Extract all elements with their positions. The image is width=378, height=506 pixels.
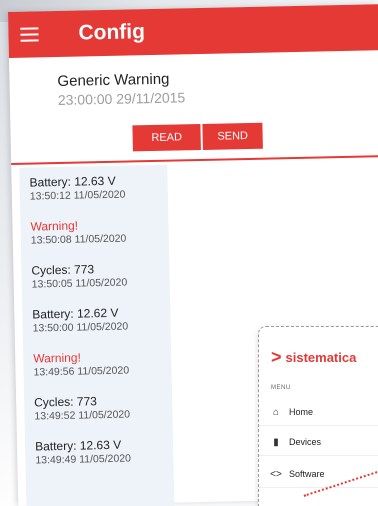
code-icon: <> [270, 468, 282, 480]
screenshot: Config Generic Warning 23:00:00 29/11/20… [0, 0, 378, 506]
menu-label: MENU [271, 385, 291, 391]
log-item[interactable]: Battery: 12.63 V 13:49:49 11/05/2020 [35, 438, 131, 467]
home-icon: ⌂ [272, 406, 280, 418]
chevron-right-icon: > [271, 347, 282, 367]
log-item[interactable]: Battery: 12.62 V 13:50:00 11/05/2020 [32, 306, 128, 335]
read-button[interactable]: READ [132, 123, 201, 152]
nav-item-label: Devices [289, 437, 322, 447]
event-log: Battery: 12.63 V 13:50:12 11/05/2020 War… [19, 164, 175, 506]
log-item-time: 13:50:05 11/05/2020 [31, 276, 128, 291]
log-item-time: 13:50:00 11/05/2020 [32, 320, 129, 335]
log-item[interactable]: Battery: 12.63 V 13:50:12 11/05/2020 [29, 174, 125, 203]
hamburger-menu-icon[interactable] [20, 11, 49, 58]
log-item-title: Cycles: 773 [31, 262, 95, 278]
log-item-time: 13:50:12 11/05/2020 [29, 188, 126, 203]
warning-summary: Generic Warning 23:00:00 29/11/2015 [57, 70, 185, 108]
log-item-title: Battery: 12.62 V [32, 305, 119, 322]
log-item-title: Warning! [33, 350, 81, 366]
device-icon: ▮ [273, 436, 279, 448]
log-item-time: 13:49:52 11/05/2020 [34, 408, 131, 423]
action-buttons: READ SEND [132, 122, 263, 152]
log-item-time: 13:49:56 11/05/2020 [33, 364, 130, 379]
log-item-title: Cycles: 773 [34, 394, 98, 410]
log-item[interactable]: Cycles: 773 13:49:52 11/05/2020 [34, 394, 131, 423]
log-item-title: Battery: 12.63 V [29, 173, 116, 190]
brand-name: sistematica [285, 350, 357, 365]
log-item-title: Warning! [30, 218, 79, 234]
log-item[interactable]: Cycles: 773 13:50:05 11/05/2020 [31, 262, 128, 291]
log-item[interactable]: Warning! 13:50:08 11/05/2020 [30, 218, 126, 247]
log-item-title: Battery: 12.63 V [34, 437, 122, 454]
nav-item-label: Home [289, 407, 314, 417]
warning-title: Generic Warning [57, 70, 170, 90]
log-item[interactable]: Warning! 13:49:56 11/05/2020 [33, 350, 129, 379]
nav-item-devices[interactable]: ▮ Devices [259, 429, 378, 456]
log-item-time: 13:50:08 11/05/2020 [30, 232, 127, 247]
warning-timestamp: 23:00:00 29/11/2015 [57, 89, 186, 108]
send-button[interactable]: SEND [202, 122, 263, 150]
nav-item-label: Software [289, 469, 325, 479]
top-app-bar: Config [8, 4, 378, 58]
page-title: Config [78, 20, 146, 45]
log-item-time: 13:49:49 11/05/2020 [35, 452, 132, 467]
nav-item-home[interactable]: ⌂ Home [259, 399, 378, 426]
brand-logo: > sistematica [271, 347, 356, 368]
section-divider [11, 155, 378, 165]
